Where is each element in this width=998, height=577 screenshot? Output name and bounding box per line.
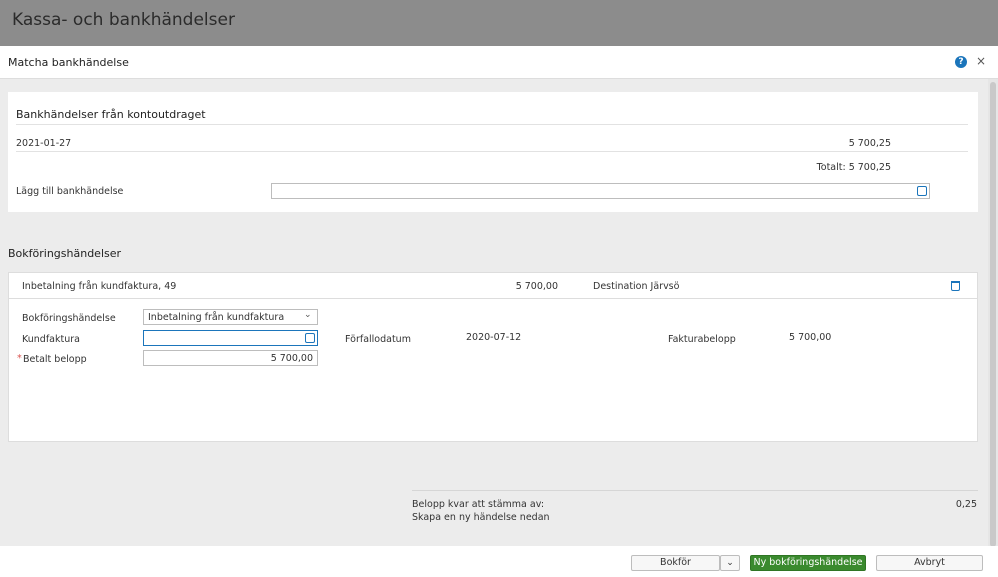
search-icon[interactable] [305,333,315,343]
paid-amount-label: Betalt belopp [23,354,87,365]
paid-amount-input[interactable]: 5 700,00 [143,350,318,366]
booking-events-title: Bokföringshändelser [8,247,122,260]
required-marker: * [17,353,22,364]
due-date-label: Förfallodatum [345,334,411,345]
dialog-title: Matcha bankhändelse [8,56,129,69]
booking-event-type-select[interactable]: Inbetalning från kundfaktura ⌄ [143,309,318,325]
post-options-chevron-icon[interactable]: ⌄ [720,555,740,571]
add-bank-event-input[interactable] [271,183,930,199]
booking-row-customer: Destination Järvsö [593,281,680,292]
app-title: Kassa- och bankhändelser [12,10,235,30]
invoice-amount-label: Fakturabelopp [668,334,736,345]
booking-event-type-label: Bokföringshändelse [22,313,116,324]
search-icon[interactable] [917,186,927,196]
match-dialog: Matcha bankhändelse ? × Bankhändelser fr… [0,46,998,577]
divider [16,151,968,152]
bank-row-date: 2021-01-27 [16,138,72,149]
invoice-amount-value: 5 700,00 [789,332,832,343]
app-header: Kassa- och bankhändelser [0,0,998,46]
bank-events-title: Bankhändelser från kontoutdraget [16,108,206,121]
booking-row-description: Inbetalning från kundfaktura, 49 [22,281,177,292]
divider [16,124,968,125]
booking-event-row[interactable]: Inbetalning från kundfaktura, 49 5 700,0… [9,273,977,299]
cancel-button[interactable]: Avbryt [876,555,983,571]
remaining-value: 0,25 [955,499,977,510]
divider [412,490,978,491]
bank-events-card: Bankhändelser från kontoutdraget 2021-01… [8,92,978,212]
invoice-input[interactable] [143,330,318,346]
dialog-footer: Bokför ⌄ Ny bokföringshändelse Avbryt [0,546,998,577]
due-date-value: 2020-07-12 [466,332,522,343]
help-icon[interactable]: ? [955,56,967,68]
bank-total: Totalt: 5 700,25 [816,162,891,173]
bank-row-amount: 5 700,25 [848,138,891,149]
remaining-label: Belopp kvar att stämma av: [412,499,545,510]
add-bank-event-label: Lägg till bankhändelse [16,186,124,197]
new-booking-event-button[interactable]: Ny bokföringshändelse [750,555,866,571]
booking-row-amount: 5 700,00 [515,281,558,292]
dialog-header: Matcha bankhändelse ? × [0,46,998,79]
trash-icon[interactable] [951,281,960,291]
booking-event-type-value: Inbetalning från kundfaktura [148,312,285,323]
chevron-down-icon: ⌄ [304,310,312,320]
invoice-label: Kundfaktura [22,334,80,345]
post-button[interactable]: Bokför [631,555,720,571]
remaining-hint: Skapa en ny händelse nedan [412,512,550,523]
booking-event-card: Inbetalning från kundfaktura, 49 5 700,0… [8,272,978,442]
close-icon[interactable]: × [976,54,986,68]
scrollbar-thumb[interactable] [990,82,996,547]
